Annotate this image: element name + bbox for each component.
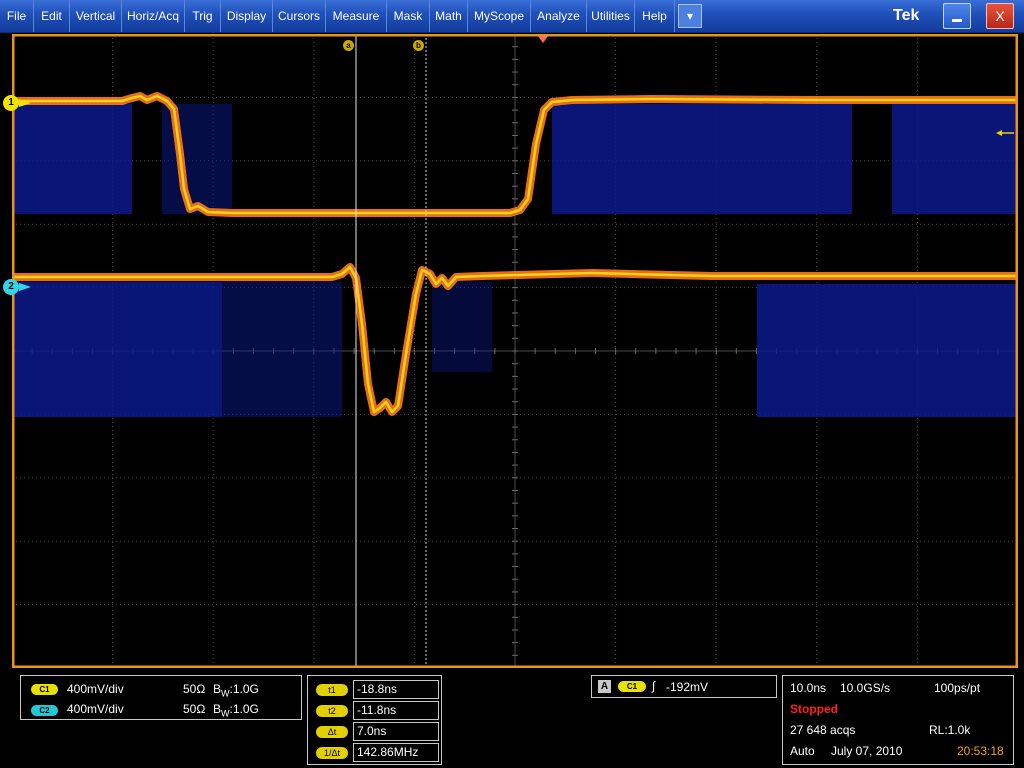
t2-badge: t2 <box>316 705 348 717</box>
sample-rate: 10.0GS/s <box>840 681 891 695</box>
trigger-level: -192mV <box>666 680 709 694</box>
record-length: RL:1.0k <box>929 723 971 737</box>
ch1-marker-badge: 1 <box>3 95 19 111</box>
clock-time: 20:53:18 <box>957 744 1004 758</box>
timebase: 10.0ns <box>790 681 827 695</box>
resolution: 100ps/pt <box>934 681 981 695</box>
menu-mask[interactable]: Mask <box>387 0 430 32</box>
ch1-impedance: 50Ω <box>183 682 206 696</box>
brand-logo: Tek <box>893 7 920 24</box>
ch2-bw-prefix: B <box>213 702 222 716</box>
menu-display[interactable]: Display <box>221 0 273 32</box>
rising-edge-icon: ∫ <box>652 679 656 693</box>
menu-utilities[interactable]: Utilities <box>587 0 635 32</box>
t1-value: -18.8ns <box>353 680 439 699</box>
minimize-button[interactable] <box>943 3 971 29</box>
ch2-bw-sub: W <box>221 708 230 719</box>
menu-analyze[interactable]: Analyze <box>531 0 587 32</box>
delta-t-value: 7.0ns <box>353 722 439 741</box>
chevron-down-icon: ▾ <box>686 9 694 23</box>
menu-help[interactable]: Help <box>635 0 675 32</box>
cursor-readout-panel[interactable]: t1 -18.8ns t2 -11.8ns Δt 7.0ns 1/Δt 142.… <box>307 675 442 765</box>
cursor-a-label[interactable]: a <box>343 40 354 51</box>
acquisition-state: Stopped <box>790 702 838 716</box>
menu-vertical[interactable]: Vertical <box>70 0 122 32</box>
ch1-scale: 400mV/div <box>67 682 124 696</box>
trigger-mode-badge: A <box>598 680 611 693</box>
ch1-marker[interactable]: 1 <box>3 95 33 111</box>
trigger-source-badge: C1 <box>618 681 646 692</box>
ch1-bw-prefix: B <box>213 682 222 696</box>
menu-dropdown-button[interactable]: ▾ <box>678 4 702 28</box>
inv-delta-t-value: 142.86MHz <box>353 743 439 762</box>
minimize-icon <box>952 19 962 22</box>
menu-math[interactable]: Math <box>430 0 468 32</box>
ch1-marker-arrow-icon <box>19 99 31 107</box>
acquisition-count: 27 648 acqs <box>790 723 856 737</box>
waveform-graticule[interactable] <box>12 34 1018 668</box>
ch1-bw-value: :1.0G <box>229 682 259 696</box>
ch2-bandwidth: BW:1.0G <box>213 702 259 720</box>
date: July 07, 2010 <box>831 744 903 758</box>
menu-bar: File Edit Vertical Horiz/Acq Trig Displa… <box>0 0 1024 33</box>
ch2-marker[interactable]: 2 <box>3 279 33 295</box>
inv-delta-t-badge: 1/Δt <box>316 747 348 759</box>
ch1-bandwidth: BW:1.0G <box>213 682 259 700</box>
t2-value: -11.8ns <box>353 701 439 720</box>
channel-settings-panel[interactable]: C1 400mV/div 50Ω BW:1.0G C2 400mV/div 50… <box>20 675 302 720</box>
acquisition-panel[interactable]: 10.0ns 10.0GS/s 100ps/pt Stopped 27 648 … <box>782 675 1014 765</box>
menu-file[interactable]: File <box>0 0 34 32</box>
close-icon: X <box>995 8 1005 24</box>
menu-trig[interactable]: Trig <box>185 0 221 32</box>
menu-myscope[interactable]: MyScope <box>468 0 531 32</box>
menu-cursors[interactable]: Cursors <box>273 0 326 32</box>
trigger-mode: Auto <box>790 744 815 758</box>
ch2-scale: 400mV/div <box>67 702 124 716</box>
delta-t-badge: Δt <box>316 726 348 738</box>
ch2-bw-value: :1.0G <box>229 702 259 716</box>
ch2-badge: C2 <box>31 705 58 716</box>
cursor-b-label[interactable]: b <box>413 40 424 51</box>
t1-badge: t1 <box>316 684 348 696</box>
menu-edit[interactable]: Edit <box>34 0 70 32</box>
ch2-impedance: 50Ω <box>183 702 206 716</box>
menu-horiz-acq[interactable]: Horiz/Acq <box>122 0 185 32</box>
ch1-bw-sub: W <box>221 688 230 699</box>
ch2-marker-arrow-icon <box>19 283 31 291</box>
trigger-readout-panel[interactable]: A C1 ∫ -192mV <box>591 675 777 698</box>
close-button[interactable]: X <box>986 3 1014 29</box>
ch2-marker-badge: 2 <box>3 279 19 295</box>
menu-measure[interactable]: Measure <box>326 0 387 32</box>
ch1-badge: C1 <box>31 684 58 695</box>
